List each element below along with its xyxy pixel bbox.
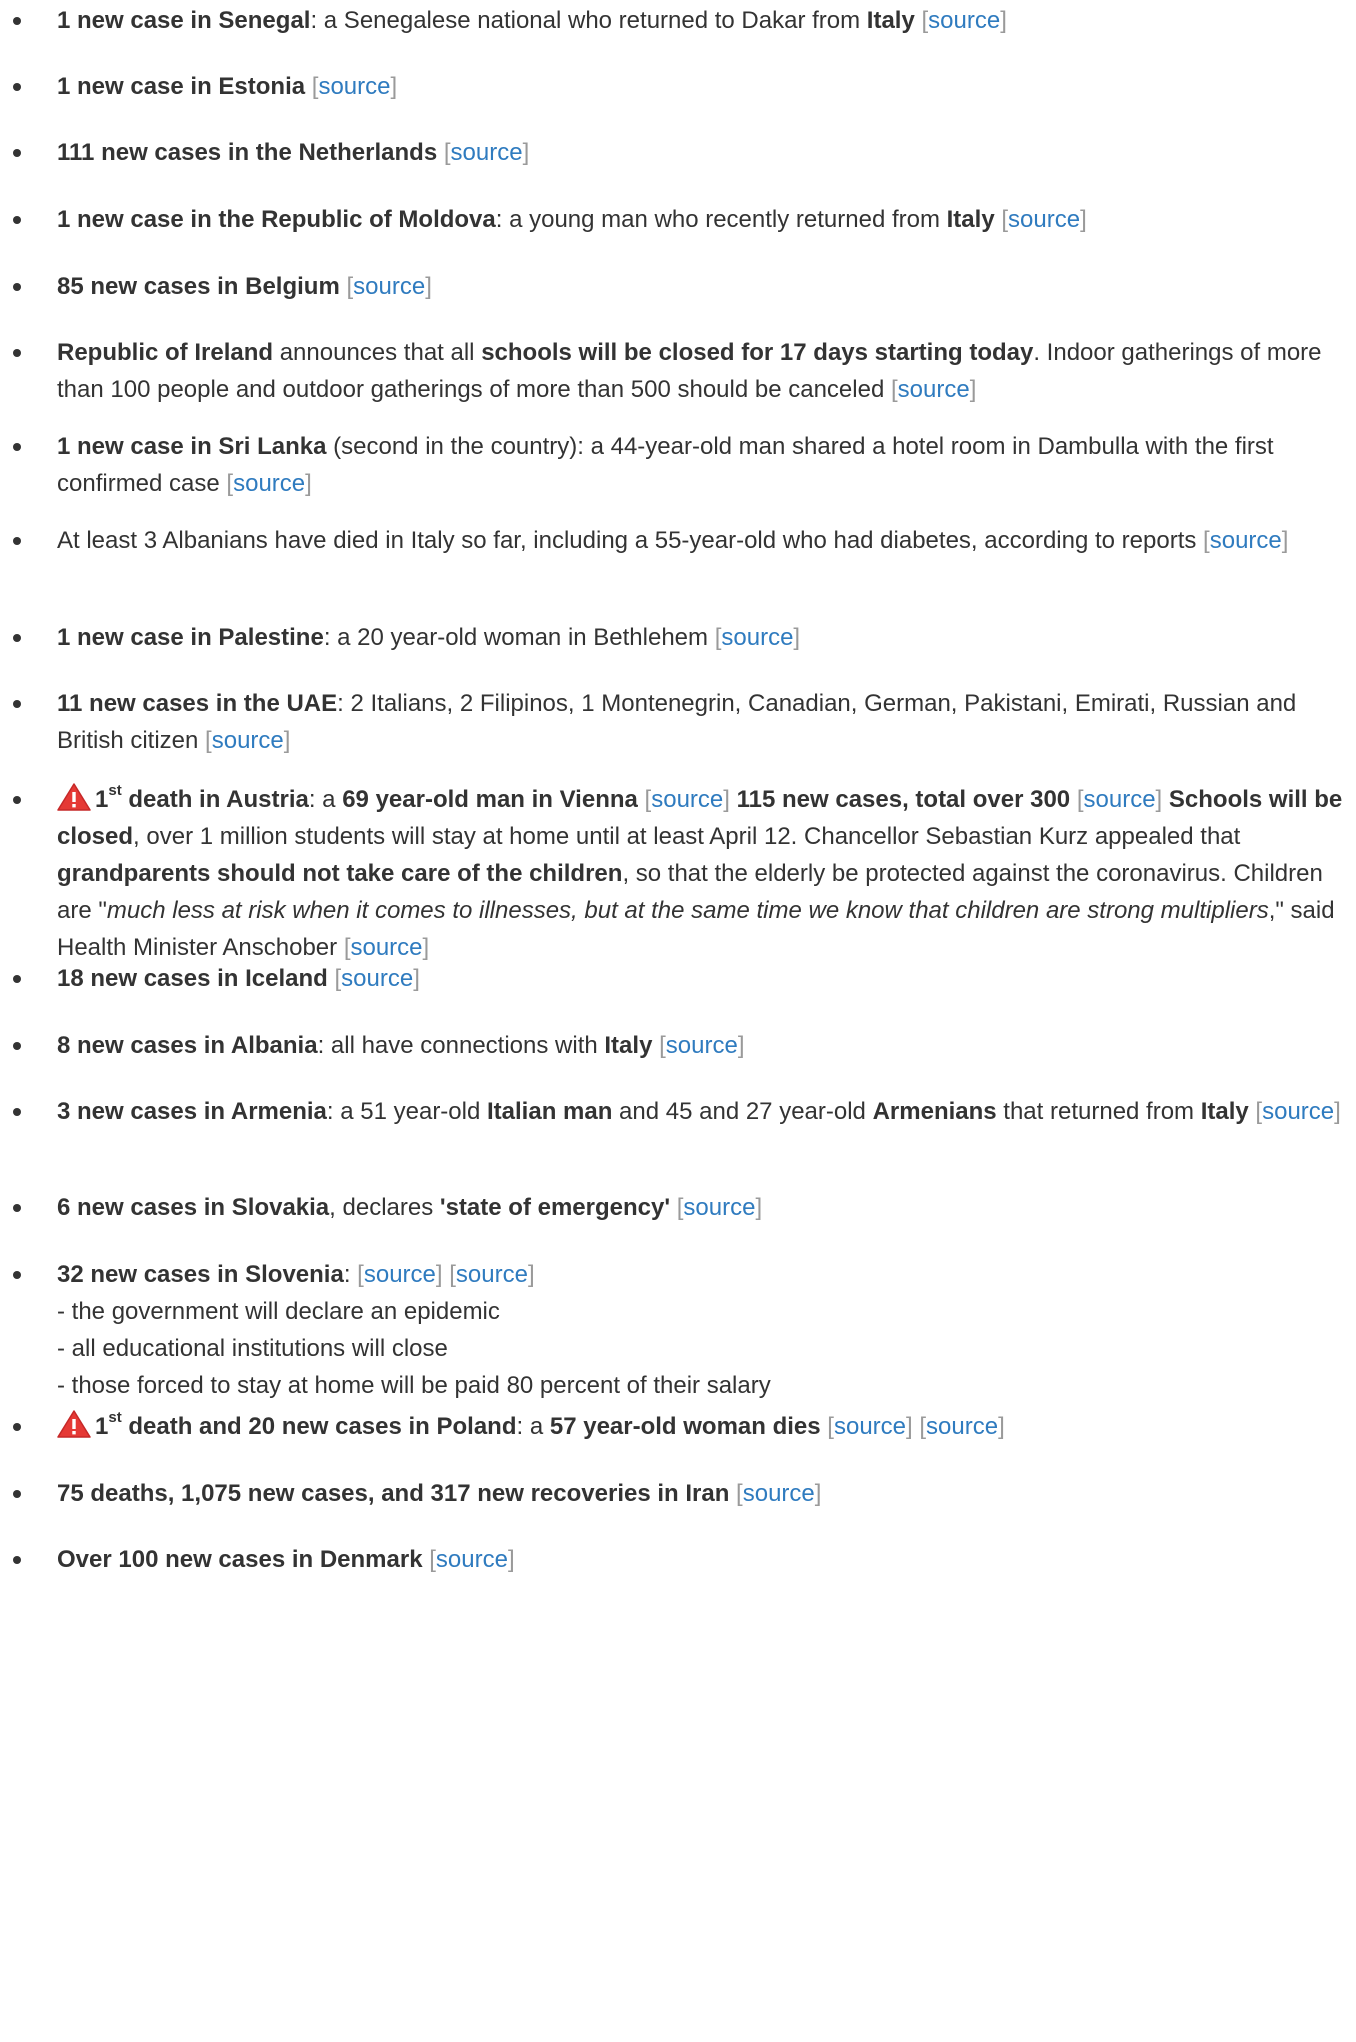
source-link[interactable]: [source] — [715, 624, 800, 651]
source-link[interactable]: [source] — [645, 786, 730, 813]
source-link[interactable]: [source] — [357, 1261, 442, 1288]
source-link[interactable]: [source] — [1077, 786, 1162, 813]
source-link-label[interactable]: source — [743, 1480, 815, 1507]
source-link[interactable]: [source] — [312, 73, 397, 100]
source-link-label[interactable]: source — [436, 1546, 508, 1573]
source-link[interactable]: [source] — [827, 1413, 912, 1440]
source-link-label[interactable]: source — [898, 376, 970, 403]
source-link[interactable]: [source] — [891, 376, 976, 403]
source-link[interactable]: [source] — [444, 139, 529, 166]
source-link-label[interactable]: source — [683, 1194, 755, 1221]
source-link-label[interactable]: source — [350, 934, 422, 961]
warning-icon — [57, 783, 91, 811]
source-link[interactable]: [source] — [226, 470, 311, 497]
source-link[interactable]: [source] — [1203, 527, 1288, 554]
source-link-label[interactable]: source — [926, 1413, 998, 1440]
source-link-label[interactable]: source — [834, 1413, 906, 1440]
source-link-label[interactable]: source — [651, 786, 723, 813]
source-link[interactable]: [source] — [346, 273, 431, 300]
source-link[interactable]: [source] — [921, 7, 1006, 34]
list-item-subline: - the government will declare an epidemi… — [57, 1298, 500, 1325]
list-item: 1 new case in Estonia [source] — [13, 68, 1346, 105]
list-item: 3 new cases in Armenia: a 51 year-old It… — [13, 1093, 1346, 1130]
source-link[interactable]: [source] — [919, 1413, 1004, 1440]
source-link[interactable]: [source] — [344, 934, 429, 961]
source-link-label[interactable]: source — [666, 1032, 738, 1059]
list-item: 6 new cases in Slovakia, declares 'state… — [13, 1189, 1346, 1226]
list-item: 1st death and 20 new cases in Poland: a … — [13, 1408, 1346, 1445]
source-link[interactable]: [source] — [736, 1480, 821, 1507]
list-item: Over 100 new cases in Denmark [source] — [13, 1541, 1346, 1578]
source-link[interactable]: [source] — [1001, 206, 1086, 233]
source-link-label[interactable]: source — [928, 7, 1000, 34]
source-link-label[interactable]: source — [233, 470, 305, 497]
source-link[interactable]: [source] — [449, 1261, 534, 1288]
source-link-label[interactable]: source — [456, 1261, 528, 1288]
source-link[interactable]: [source] — [334, 965, 419, 992]
list-item: 8 new cases in Albania: all have connect… — [13, 1027, 1346, 1064]
source-link-label[interactable]: source — [364, 1261, 436, 1288]
source-link-label[interactable]: source — [1262, 1098, 1334, 1125]
list-item: At least 3 Albanians have died in Italy … — [13, 522, 1346, 559]
list-item: Republic of Ireland announces that all s… — [13, 334, 1346, 408]
list-item: 11 new cases in the UAE: 2 Italians, 2 F… — [13, 685, 1346, 759]
source-link-label[interactable]: source — [451, 139, 523, 166]
source-link-label[interactable]: source — [721, 624, 793, 651]
list-item: 1 new case in the Republic of Moldova: a… — [13, 201, 1346, 238]
source-link-label[interactable]: source — [212, 727, 284, 754]
source-link-label[interactable]: source — [1084, 786, 1156, 813]
source-link[interactable]: [source] — [429, 1546, 514, 1573]
list-item: 85 new cases in Belgium [source] — [13, 268, 1346, 305]
source-link-label[interactable]: source — [1008, 206, 1080, 233]
list-item: 1 new case in Palestine: a 20 year-old w… — [13, 619, 1346, 656]
list-item: 1st death in Austria: a 69 year-old man … — [13, 781, 1346, 966]
source-link-label[interactable]: source — [341, 965, 413, 992]
list-item: 1 new case in Senegal: a Senegalese nati… — [13, 2, 1346, 39]
source-link[interactable]: [source] — [205, 727, 290, 754]
warning-icon — [57, 1410, 91, 1438]
list-item: 1 new case in Sri Lanka (second in the c… — [13, 428, 1346, 502]
list-item: 111 new cases in the Netherlands [source… — [13, 134, 1346, 171]
source-link[interactable]: [source] — [659, 1032, 744, 1059]
list-item: 32 new cases in Slovenia: [source] [sour… — [13, 1256, 1346, 1404]
source-link-label[interactable]: source — [318, 73, 390, 100]
list-item: 75 deaths, 1,075 new cases, and 317 new … — [13, 1475, 1346, 1512]
source-link[interactable]: [source] — [1255, 1098, 1340, 1125]
source-link-label[interactable]: source — [1210, 527, 1282, 554]
source-link-label[interactable]: source — [353, 273, 425, 300]
source-link[interactable]: [source] — [677, 1194, 762, 1221]
list-item-subline: - those forced to stay at home will be p… — [57, 1372, 771, 1399]
list-item-subline: - all educational institutions will clos… — [57, 1335, 448, 1362]
list-item: 18 new cases in Iceland [source] — [13, 960, 1346, 997]
